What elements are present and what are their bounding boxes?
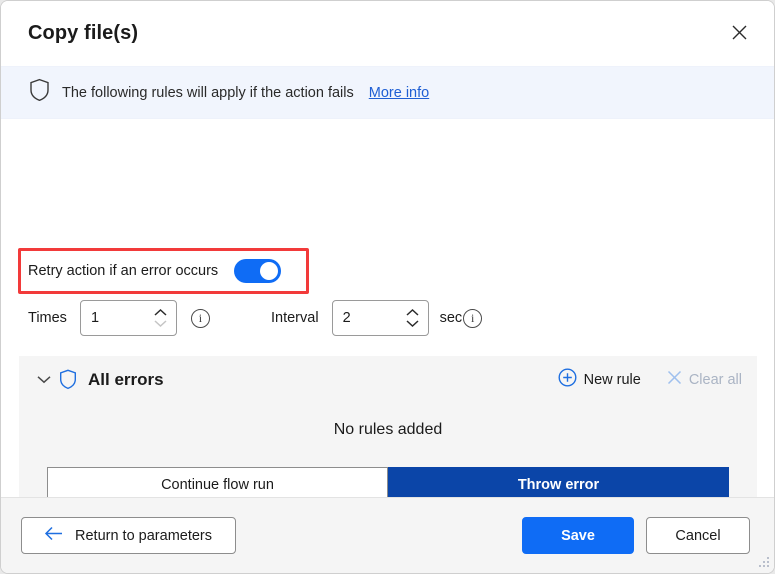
new-rule-label: New rule <box>583 371 641 388</box>
interval-info-icon[interactable]: i <box>463 308 483 328</box>
chevron-down-icon <box>37 371 51 389</box>
resize-grip[interactable] <box>757 557 770 570</box>
no-rules-message: No rules added <box>333 421 443 438</box>
return-to-parameters-label: Return to parameters <box>75 527 213 544</box>
interval-label: Interval <box>271 310 319 326</box>
times-stepper[interactable] <box>79 300 177 336</box>
shield-icon <box>29 78 50 107</box>
interval-unit-label: sec <box>439 310 463 326</box>
close-x-icon <box>667 370 682 389</box>
shield-icon <box>59 369 77 390</box>
dialog-titlebar: Copy file(s) <box>1 1 774 66</box>
save-button[interactable]: Save <box>522 517 634 554</box>
footer-actions: Save Cancel <box>522 517 750 554</box>
banner-message: The following rules will apply if the ac… <box>62 84 354 101</box>
arrow-left-icon <box>44 526 64 545</box>
dialog-body: Retry action if an error occurs Times 1 … <box>1 119 774 573</box>
all-errors-collapse-toggle[interactable] <box>33 369 55 391</box>
clear-all-button[interactable]: Clear all <box>667 370 742 389</box>
interval-spin-arrows <box>405 301 421 335</box>
times-increment-button[interactable] <box>153 308 169 317</box>
all-errors-header: All errors New rule Clear all <box>19 356 757 403</box>
times-field-group: Times i <box>28 300 210 336</box>
close-button[interactable] <box>718 12 760 52</box>
more-info-link[interactable]: More info <box>369 85 429 101</box>
plus-circle-icon <box>558 368 577 391</box>
toggle-knob <box>260 262 279 280</box>
all-errors-actions: New rule Clear all <box>558 368 742 391</box>
clear-all-label: Clear all <box>688 371 742 388</box>
cancel-button[interactable]: Cancel <box>646 517 750 554</box>
close-icon <box>732 25 747 40</box>
page-title: Copy file(s) <box>28 22 139 44</box>
interval-decrement-button[interactable] <box>405 319 421 328</box>
return-to-parameters-button[interactable]: Return to parameters <box>21 517 236 554</box>
info-banner: The following rules will apply if the ac… <box>1 66 774 119</box>
all-errors-title: All errors <box>88 369 164 389</box>
copy-files-dialog: Copy file(s) The following rules will ap… <box>0 0 775 574</box>
interval-stepper[interactable] <box>331 300 429 336</box>
times-spin-arrows <box>153 301 169 335</box>
new-rule-button[interactable]: New rule <box>558 368 641 391</box>
retry-action-toggle[interactable] <box>234 259 282 283</box>
interval-field-group: Interval sec i <box>271 300 483 336</box>
retry-action-row: Retry action if an error occurs <box>28 248 282 294</box>
times-info-icon[interactable]: i <box>190 308 210 328</box>
interval-increment-button[interactable] <box>405 308 421 317</box>
times-decrement-button[interactable] <box>153 319 169 328</box>
retry-action-label: Retry action if an error occurs <box>28 263 219 279</box>
dialog-footer: Return to parameters Save Cancel <box>1 497 774 573</box>
times-label: Times <box>28 310 67 326</box>
